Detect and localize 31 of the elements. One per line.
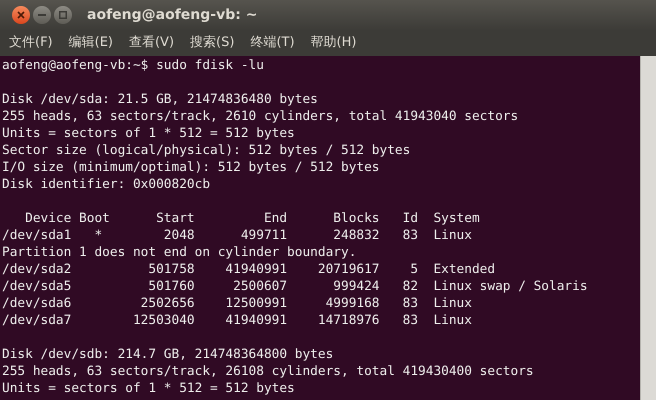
terminal-line: aofeng@aofeng-vb:~$ sudo fdisk -lu	[2, 57, 264, 74]
terminal-line: Units = sectors of 1 * 512 = 512 bytes	[2, 380, 295, 397]
menu-item[interactable]: 搜索(S)	[190, 33, 234, 53]
terminal-line: Sector size (logical/physical): 512 bytes / 512 bytes	[2, 142, 410, 159]
terminal-line: Partition 1 does not end on cylinder boundary.	[2, 244, 356, 261]
close-button[interactable]	[12, 6, 30, 24]
terminal-line: I/O size (minimum/optimal): 512 bytes / 512 bytes	[2, 159, 380, 176]
window-title: aofeng@aofeng-vb: ~	[87, 6, 258, 24]
terminal-line: /dev/sda1 * 2048 499711 248832 83 Linux	[2, 227, 472, 244]
menu-item[interactable]: 终端(T)	[250, 33, 295, 53]
terminal-line: Device Boot Start End Blocks Id System	[24, 210, 480, 227]
terminal-line: Disk identifier: 0x000820cb	[2, 176, 210, 193]
terminal-line: Disk /dev/sdb: 214.7 GB, 214748364800 bytes	[2, 346, 334, 363]
scrollbar[interactable]	[640, 56, 656, 400]
close-icon	[17, 11, 25, 19]
terminal-line: /dev/sda6 2502656 12500991 4999168 83 Linux	[2, 295, 472, 312]
terminal-line: /dev/sda5 501760 2500607 999424 82 Linux swap / Solaris	[2, 278, 588, 295]
terminal-line: /dev/sda7 12503040 41940991 14718976 83 Linux	[2, 312, 472, 329]
minimize-icon	[38, 14, 46, 16]
terminal-line: 255 heads, 63 sectors/track, 26108 cylinders, total 419430400 sectors	[2, 363, 534, 380]
maximize-button[interactable]	[54, 6, 72, 24]
menu-item[interactable]: 查看(V)	[128, 33, 174, 53]
terminal-line: Units = sectors of 1 * 512 = 512 bytes	[2, 125, 295, 142]
menu-item[interactable]: 帮助(H)	[310, 33, 356, 53]
menu-item[interactable]: 编辑(E)	[68, 33, 113, 53]
minimize-button[interactable]	[33, 6, 51, 24]
menu-item[interactable]: 文件(F)	[9, 33, 53, 53]
terminal-line: Disk /dev/sda: 21.5 GB, 21474836480 bytes	[2, 91, 318, 108]
terminal-line: /dev/sda2 501758 41940991 20719617 5 Extended	[2, 261, 496, 278]
terminal-line: 255 heads, 63 sectors/track, 2610 cylinders, total 41943040 sectors	[2, 108, 518, 125]
maximize-icon	[59, 11, 67, 19]
